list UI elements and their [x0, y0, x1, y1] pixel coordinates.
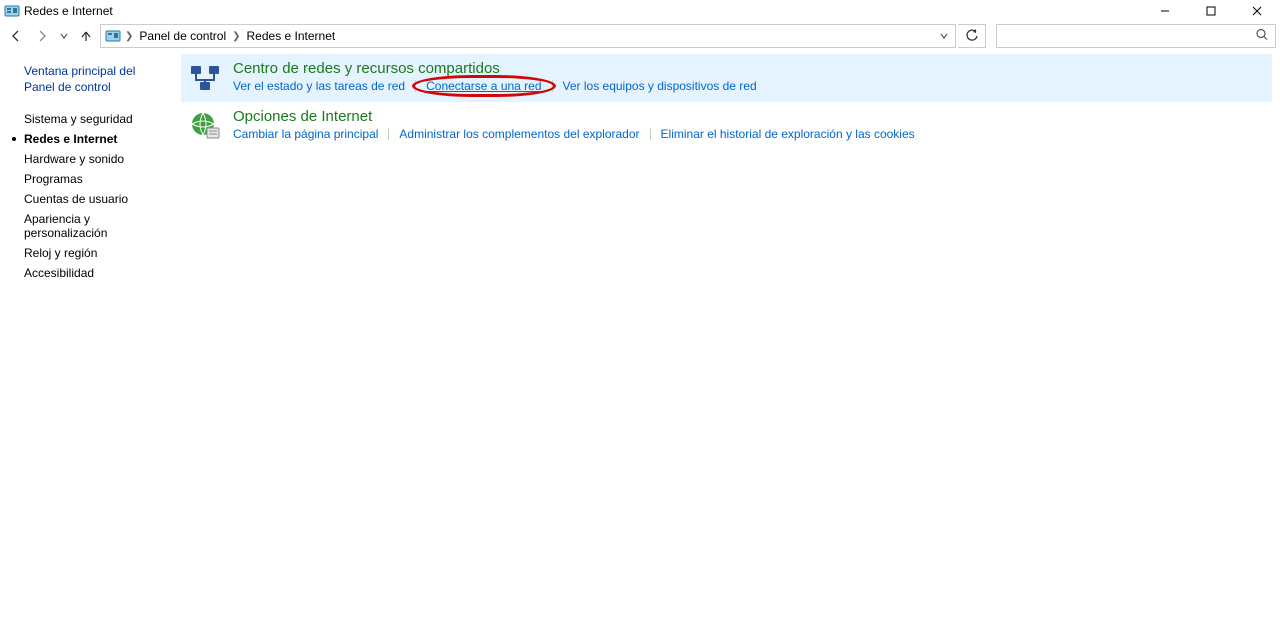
- maximize-button[interactable]: [1188, 0, 1234, 22]
- address-dropdown-button[interactable]: [933, 25, 955, 47]
- task-link[interactable]: Ver los equipos y dispositivos de red: [553, 79, 767, 93]
- minimize-button[interactable]: [1142, 0, 1188, 22]
- task-link[interactable]: Conectarse a una red: [416, 79, 551, 93]
- main-content: Centro de redes y recursos compartidos Ve…: [175, 50, 1280, 644]
- sidebar-item[interactable]: Cuentas de usuario: [24, 189, 163, 209]
- network-sharing-icon[interactable]: [189, 62, 221, 94]
- annotation-circle: [412, 75, 555, 97]
- category-title-link[interactable]: Centro de redes y recursos compartidos: [233, 60, 1264, 77]
- sidebar-item[interactable]: Programas: [24, 169, 163, 189]
- sidebar-item[interactable]: Redes e Internet: [24, 129, 163, 149]
- close-button[interactable]: [1234, 0, 1280, 22]
- forward-button[interactable]: [30, 24, 54, 48]
- task-link[interactable]: Ver el estado y las tareas de red: [233, 79, 415, 93]
- sidebar-item[interactable]: Hardware y sonido: [24, 149, 163, 169]
- breadcrumb-root[interactable]: Panel de control: [139, 29, 226, 43]
- up-button[interactable]: [74, 24, 98, 48]
- sidebar-item[interactable]: Apariencia y personalización: [24, 209, 163, 243]
- search-icon: [1255, 28, 1269, 45]
- category-section: Centro de redes y recursos compartidos Ve…: [181, 54, 1272, 102]
- chevron-right-icon: ❯: [125, 31, 133, 42]
- task-link[interactable]: Cambiar la página principal: [233, 127, 388, 141]
- breadcrumb-current[interactable]: Redes e Internet: [247, 29, 336, 43]
- sidebar-item[interactable]: Reloj y región: [24, 243, 163, 263]
- sidebar-item[interactable]: Sistema y seguridad: [24, 109, 163, 129]
- window-title: Redes e Internet: [24, 4, 113, 18]
- titlebar: Redes e Internet: [0, 0, 1280, 22]
- control-panel-icon: [4, 3, 20, 19]
- sidebar: Ventana principal del Panel de control S…: [0, 50, 175, 644]
- sidebar-item[interactable]: Accesibilidad: [24, 263, 163, 283]
- chevron-right-icon: ❯: [232, 31, 240, 42]
- address-bar[interactable]: ❯ Panel de control ❯ Redes e Internet: [100, 24, 956, 48]
- internet-options-icon[interactable]: [189, 110, 221, 142]
- control-panel-icon: [105, 28, 121, 44]
- task-link[interactable]: Administrar los complementos del explora…: [389, 127, 649, 141]
- recent-locations-button[interactable]: [56, 24, 72, 48]
- refresh-button[interactable]: [958, 24, 986, 48]
- search-input[interactable]: [996, 24, 1276, 48]
- control-panel-home-link[interactable]: Ventana principal del Panel de control: [24, 64, 163, 95]
- toolbar: ❯ Panel de control ❯ Redes e Internet: [0, 22, 1280, 50]
- back-button[interactable]: [4, 24, 28, 48]
- category-section: Opciones de Internet Cambiar la página pr…: [181, 102, 1272, 150]
- category-title-link[interactable]: Opciones de Internet: [233, 108, 1264, 125]
- task-link[interactable]: Eliminar el historial de exploración y l…: [651, 127, 925, 141]
